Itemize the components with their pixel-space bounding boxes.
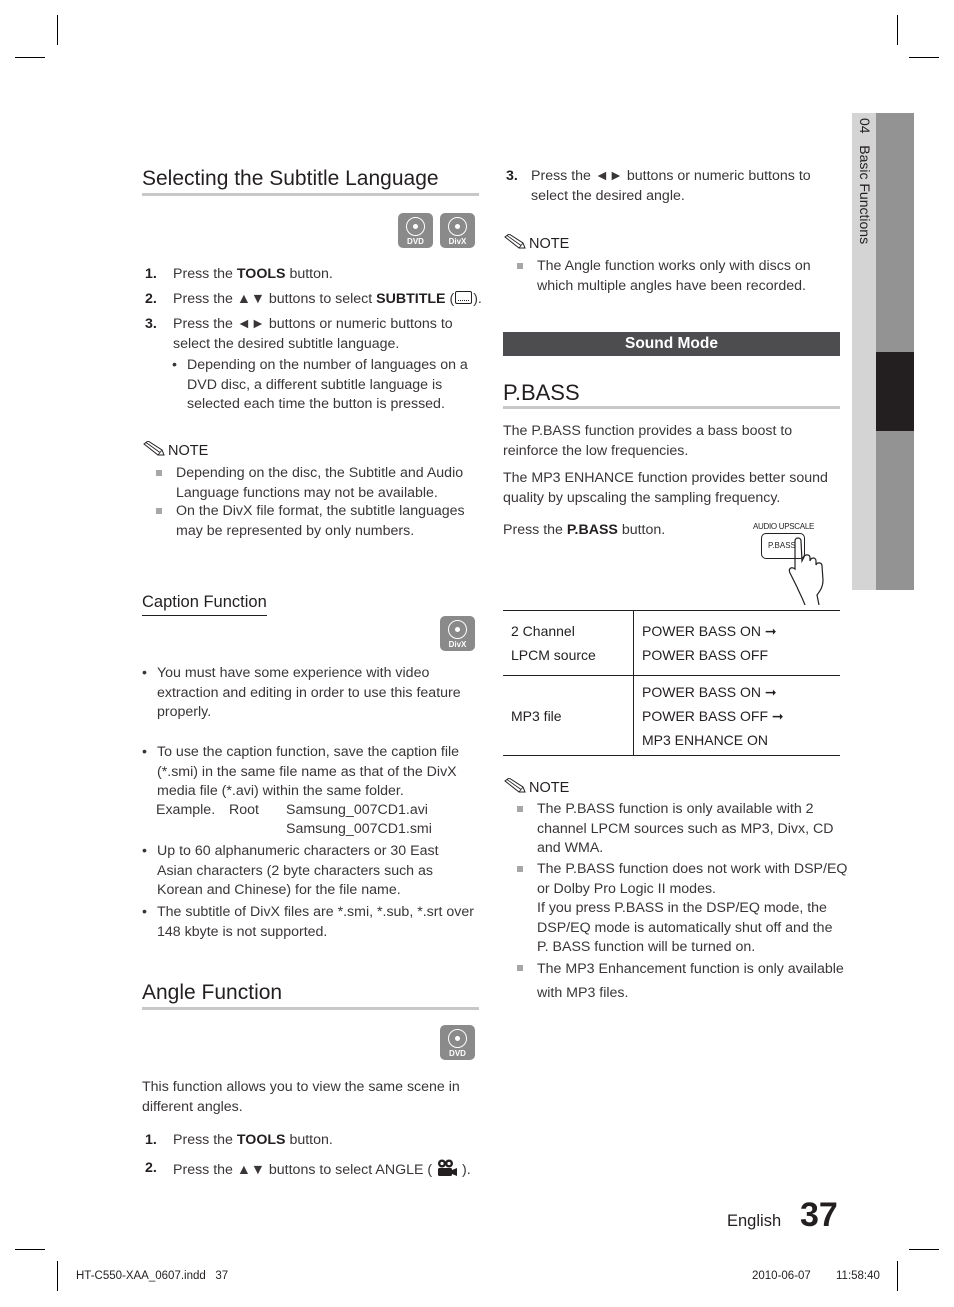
pointing-hand-icon [788,537,824,606]
angle-step-3: 3. Press the ◄► buttons or numeric butto… [506,168,811,204]
crop-mark [897,1261,898,1291]
camera-angle-icon [438,1159,458,1176]
chapter-tab-active-marker [876,352,914,431]
subtitle-note-heading: NOTE [142,440,208,459]
caption-section-title: Caption Function [142,593,267,616]
angle-section-title: Angle Function [142,981,283,1004]
crop-mark [57,1261,58,1291]
caption-bullet: • Up to 60 alphanumeric characters or 30… [142,843,439,898]
table-cell-source: MP3 file [503,675,634,756]
square-bullet-icon [517,806,523,812]
table-cell-modes: POWER BASS ON ➞ POWER BASS OFF ➞ MP3 ENHAN… [633,675,840,756]
pencil-note-icon [143,440,165,456]
subtitle-note-item: Depending on the disc, the Subtitle and … [156,464,486,504]
crop-mark [15,57,45,58]
chapter-number: 04 [857,118,873,134]
audio-upscale-label: AUDIO UPSCALE [753,522,815,531]
square-bullet-icon [517,866,523,872]
crop-mark [15,1249,45,1250]
caption-example-label: Example. [156,802,216,818]
divx-badge-icon: DivX [440,616,475,651]
caption-bullet: • The subtitle of DivX files are *.smi, … [142,904,474,940]
pbass-note-heading: NOTE [503,777,569,796]
table-cell-modes: POWER BASS ON ➞ POWER BASS OFF [633,610,840,676]
crop-mark [57,15,58,45]
square-bullet-icon [156,470,162,476]
caption-bullet: • You must have some experience with vid… [142,665,461,720]
crop-mark [897,15,898,45]
subtitle-icon [455,291,473,304]
caption-example-file: Samsung_007CD1.smi [286,821,432,837]
dvd-badge-icon: DVD [440,1025,475,1060]
subtitle-section-title: Selecting the Subtitle Language [142,167,439,190]
footer-language: English [727,1212,782,1230]
caption-example-file: Samsung_007CD1.avi [286,802,428,818]
mp3-enhance-paragraph: The MP3 ENHANCE function provides better… [503,470,828,506]
crop-mark [909,1249,939,1250]
divx-badge-icon: DivX [440,213,475,248]
section-rule [142,1007,479,1010]
table-row: MP3 file POWER BASS ON ➞ POWER BASS OFF ➞… [503,675,840,756]
table-row: 2 Channel LPCM source POWER BASS ON ➞ POWE… [503,610,840,676]
chapter-tab-label: 04 Basic Functions [857,118,873,244]
chapter-title: Basic Functions [857,145,873,245]
table-cell-source: 2 Channel LPCM source [503,610,634,676]
sound-mode-title-bar: Sound Mode [503,332,840,356]
page-number: 37 [800,1196,838,1234]
crop-mark [909,57,939,58]
dvd-badge-icon: DVD [398,213,433,248]
pbass-note-item: The MP3 Enhancement function is only ava… [517,957,852,1007]
pbass-paragraph: The P.BASS function provides a bass boos… [503,423,793,459]
slug-filename: HT-C550-XAA_0607.indd 37 [76,1270,229,1282]
section-rule [142,193,479,196]
angle-note-item: The Angle function works only with discs… [517,257,847,297]
pbass-section-title: P.BASS [503,380,580,405]
subtitle-note-item: On the DivX file format, the subtitle la… [156,502,486,542]
subtitle-sub-bullet: • Depending on the number of languages o… [172,357,468,412]
pencil-note-icon [504,777,526,793]
square-bullet-icon [517,965,523,971]
section-rule [503,406,840,409]
slug-time: 11:58:40 [836,1270,880,1282]
pbass-modes-table: 2 Channel LPCM source POWER BASS ON ➞ POWE… [503,610,840,756]
caption-example-folder: Root [229,802,259,818]
pbass-note-item: The P.BASS function does not work with D… [517,860,852,960]
square-bullet-icon [156,508,162,514]
pbass-note-item: The P.BASS function is only available wi… [517,800,852,860]
slug-date: 2010-06-07 [752,1270,811,1282]
subtitle-step-3: 3. Press the ◄► buttons or numeric butto… [145,316,453,352]
pbass-instruction: Press the P.BASS button. [503,522,666,538]
angle-note-heading: NOTE [503,233,569,252]
pencil-note-icon [504,233,526,249]
square-bullet-icon [517,263,523,269]
angle-intro: This function allows you to view the sam… [142,1079,460,1115]
